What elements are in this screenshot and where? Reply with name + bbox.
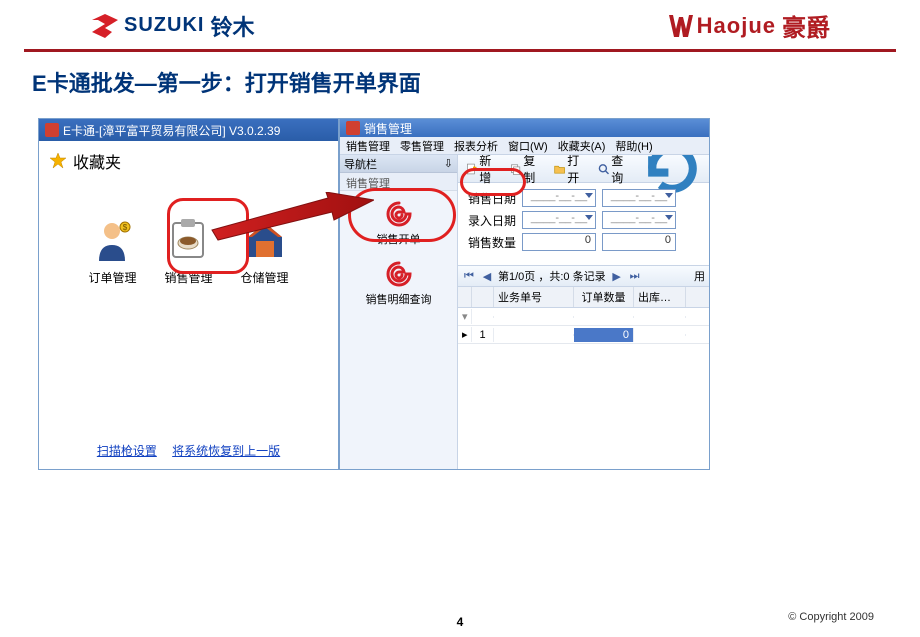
search-icon <box>598 161 609 177</box>
module-order-label: 订单管理 <box>88 269 136 286</box>
grid-header-idx <box>472 287 494 307</box>
menubar: 销售管理 零售管理 报表分析 窗口(W) 收藏夹(A) 帮助(H) <box>340 137 709 155</box>
page-number: 4 <box>457 615 464 629</box>
window-title-right: 销售管理 <box>364 120 412 137</box>
input-entry-date-to[interactable]: ____-__-__ <box>602 211 676 229</box>
favorites-bar: 收藏夹 <box>39 141 338 183</box>
pin-icon[interactable]: ⇩ <box>444 157 453 170</box>
app-icon-small <box>346 121 360 135</box>
filter-icon[interactable]: ▾ <box>458 309 472 324</box>
menu-window[interactable]: 窗口(W) <box>508 138 548 154</box>
suzuki-text-cn: 铃木 <box>210 10 254 42</box>
suzuki-text-en: SUZUKI <box>124 14 204 37</box>
pager-last-icon[interactable]: ⏭ <box>628 269 642 283</box>
pager-prev-icon[interactable]: ◀ <box>480 269 494 283</box>
input-sale-date-to[interactable]: ____-__-__ <box>602 189 676 207</box>
title-rest: 卡通批发—第一步：打开销售开单界面 <box>47 71 421 96</box>
title-e: E <box>32 71 47 96</box>
module-order[interactable]: $ 订单管理 <box>88 217 136 286</box>
input-qty-from[interactable]: 0 <box>522 233 596 251</box>
star-icon <box>49 152 67 170</box>
screenshot-area: E卡通-[漳平富平贸易有限公司] V3.0.2.39 收藏夹 $ 订单管理 <box>38 118 710 476</box>
e-swirl-icon <box>384 259 414 289</box>
slide-title: E卡通批发—第一步：打开销售开单界面 <box>0 52 920 98</box>
menu-help[interactable]: 帮助(H) <box>615 138 652 154</box>
suzuki-s-icon <box>90 14 120 38</box>
row-qty: 0 <box>574 328 634 342</box>
label-qty: 销售数量 <box>466 234 516 251</box>
row-marker-icon: ▸ <box>458 327 472 342</box>
grid-filter-row: ▾ <box>458 308 709 326</box>
suzuki-logo: SUZUKI 铃木 <box>90 10 254 42</box>
nav-header: 导航栏 ⇩ <box>340 155 457 173</box>
link-restore-system[interactable]: 将系统恢复到上一版 <box>172 444 280 458</box>
titlebar-left: E卡通-[漳平富平贸易有限公司] V3.0.2.39 <box>39 119 338 141</box>
module-warehouse-label: 仓储管理 <box>241 269 289 286</box>
nav-item-sales-detail[interactable]: 销售明细查询 <box>366 259 432 307</box>
table-row[interactable]: ▸ 1 0 <box>458 326 709 344</box>
btn-open-label: 打开 <box>567 155 584 186</box>
pager-user: 用 <box>694 268 705 284</box>
window-title-left: E卡通-[漳平富平贸易有限公司] V3.0.2.39 <box>63 122 280 139</box>
svg-text:$: $ <box>123 223 128 232</box>
nav-header-label: 导航栏 <box>344 156 377 172</box>
copyright: © Copyright 2009 <box>788 611 874 623</box>
pager-bar: ⏮ ◀ 第1/0页 ，共:0 条记录 ▶ ⏭ 用 <box>458 265 709 287</box>
row-idx: 1 <box>472 328 494 342</box>
grid-header-no[interactable]: 业务单号 <box>494 287 574 307</box>
haojue-text-en: Haojue <box>697 13 776 39</box>
menu-favorites[interactable]: 收藏夹(A) <box>558 138 606 154</box>
haojue-text-cn: 豪爵 <box>782 8 830 43</box>
btn-open[interactable]: 打开 <box>550 155 588 188</box>
pager-text: 第1/0页 ，共:0 条记录 <box>498 268 606 284</box>
app-icon <box>45 123 59 137</box>
input-qty-to[interactable]: 0 <box>602 233 676 251</box>
app-main-window: E卡通-[漳平富平贸易有限公司] V3.0.2.39 收藏夹 $ 订单管理 <box>38 118 339 470</box>
link-scan-settings[interactable]: 扫描枪设置 <box>97 444 157 458</box>
pager-first-icon[interactable]: ⏮ <box>462 269 476 283</box>
system-links: 扫描枪设置 将系统恢复到上一版 <box>39 442 338 459</box>
menu-retail[interactable]: 零售管理 <box>400 138 444 154</box>
grid-header-selector <box>458 287 472 307</box>
content-panel: 新增 复制 打开 查询 <box>458 155 709 469</box>
sales-mgmt-window: 销售管理 销售管理 零售管理 报表分析 窗口(W) 收藏夹(A) 帮助(H) 导… <box>339 118 710 470</box>
highlight-btn-new <box>460 168 526 196</box>
menu-sales[interactable]: 销售管理 <box>346 138 390 154</box>
grid-header-out[interactable]: 出库… <box>634 287 686 307</box>
btn-search-label: 查询 <box>611 155 628 186</box>
folder-open-icon <box>554 161 565 177</box>
haojue-logo: Haojue 豪爵 <box>669 8 830 43</box>
brand-header: SUZUKI 铃木 Haojue 豪爵 <box>0 0 920 52</box>
grid-header-qty[interactable]: 订单数量 <box>574 287 634 307</box>
highlight-nav-open <box>348 188 456 242</box>
titlebar-right: 销售管理 <box>340 119 709 137</box>
btn-search[interactable]: 查询 <box>594 155 632 188</box>
nav-item-detail-label: 销售明细查询 <box>366 291 432 307</box>
person-icon: $ <box>89 217 135 263</box>
pager-next-icon[interactable]: ▶ <box>610 269 624 283</box>
data-grid: 业务单号 订单数量 出库… ▾ ▸ 1 0 <box>458 287 709 344</box>
input-sale-date-from[interactable]: ____-__-__ <box>522 189 596 207</box>
menu-report[interactable]: 报表分析 <box>454 138 498 154</box>
haojue-w-icon <box>669 15 693 37</box>
input-entry-date-from[interactable]: ____-__-__ <box>522 211 596 229</box>
label-entry-date: 录入日期 <box>466 212 516 229</box>
favorites-label: 收藏夹 <box>73 149 121 173</box>
highlight-sales-module <box>167 198 249 274</box>
